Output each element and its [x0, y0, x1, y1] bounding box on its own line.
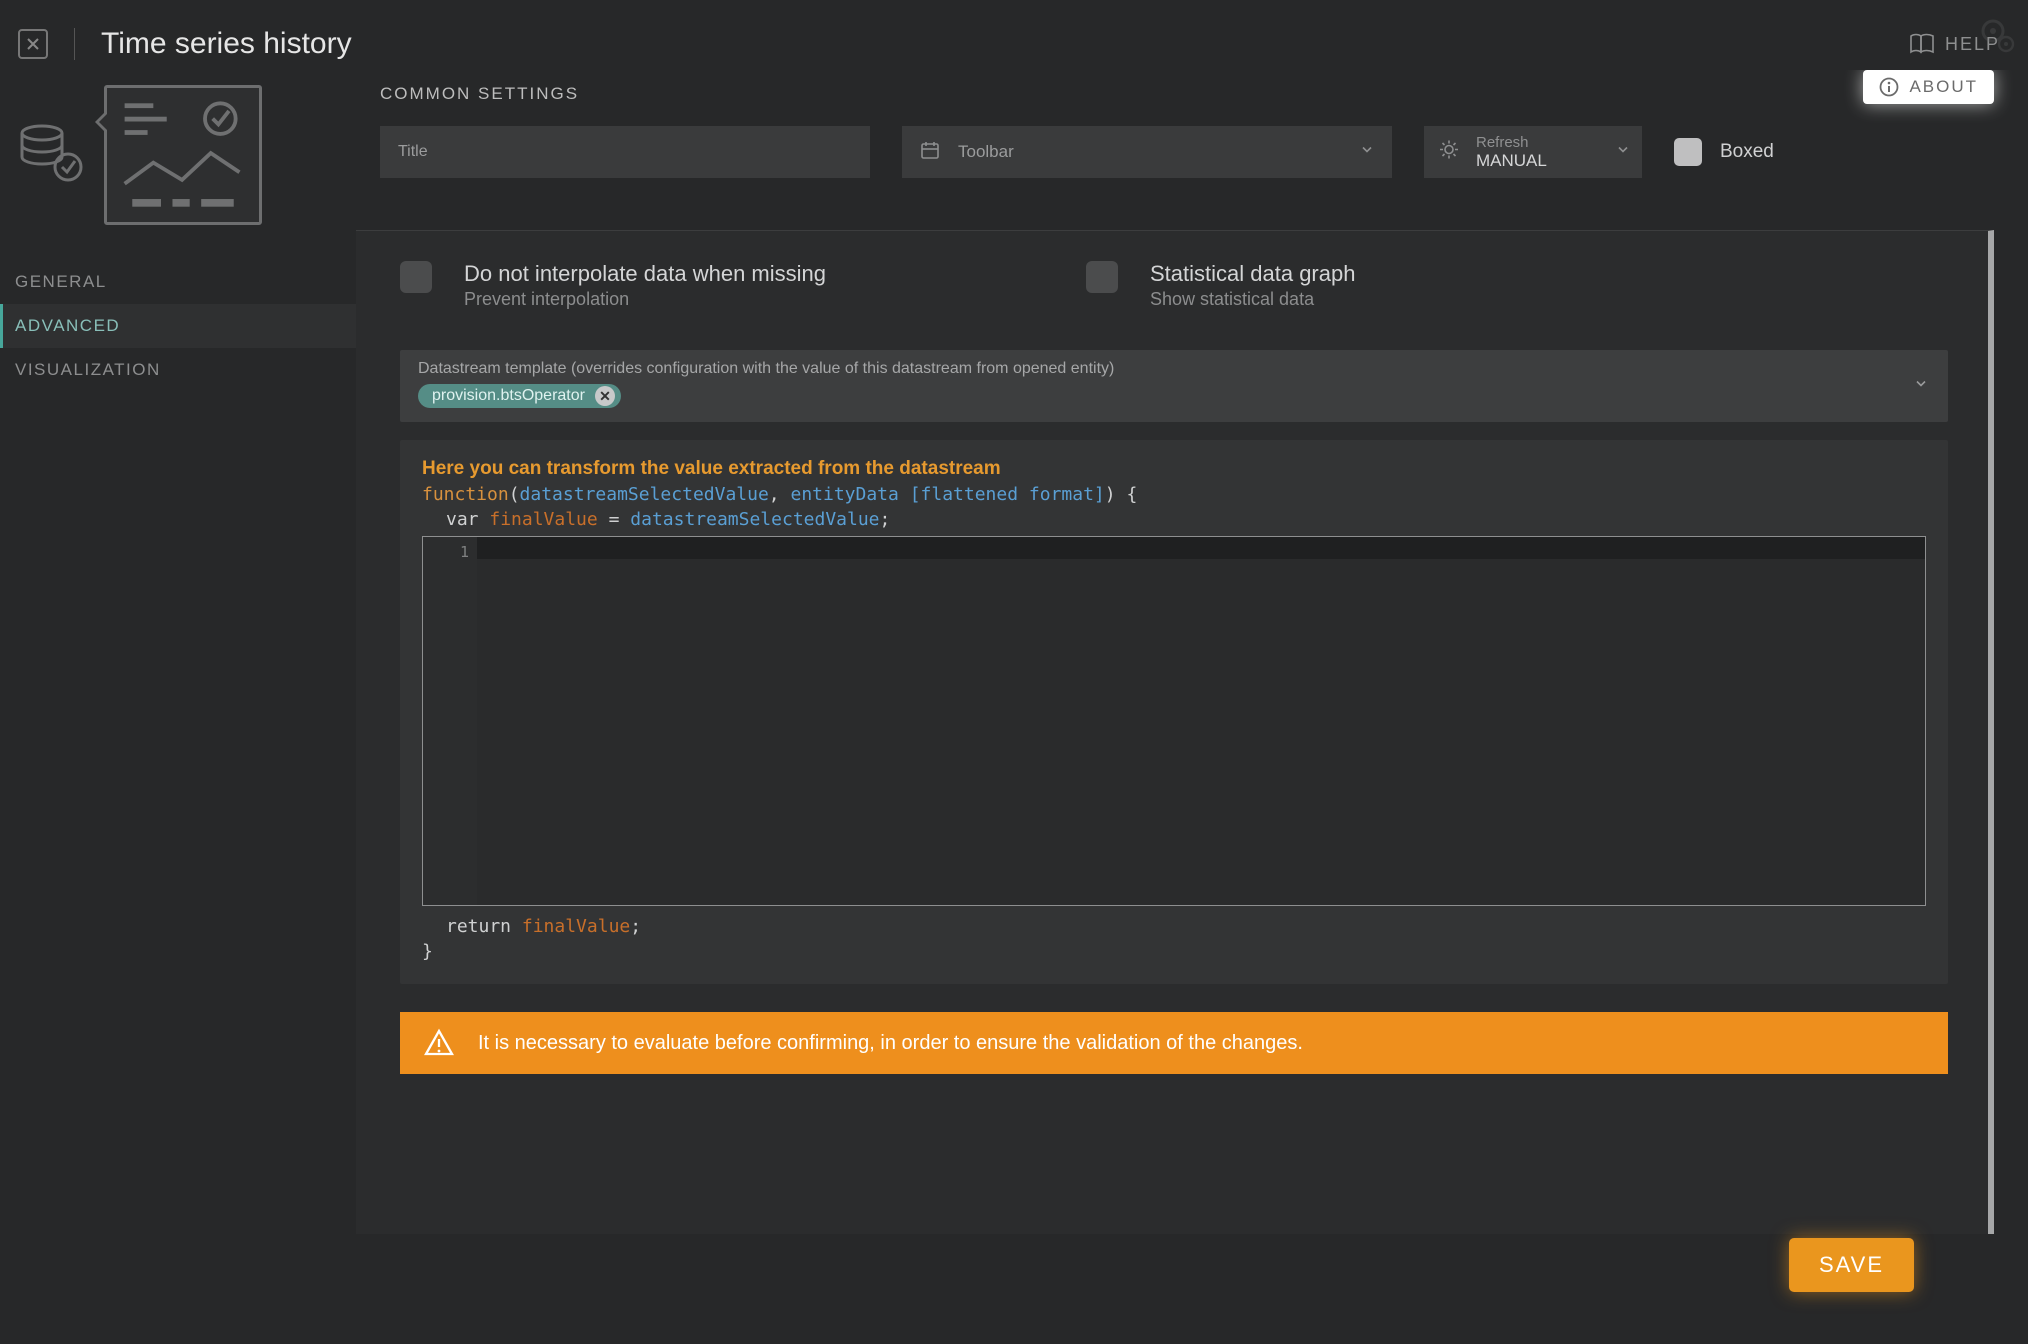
calendar-icon [920, 140, 940, 165]
chevron-down-icon [1616, 143, 1630, 162]
boxed-checkbox[interactable] [1674, 138, 1702, 166]
code-editor[interactable]: 1 [422, 536, 1926, 906]
chevron-down-icon [1914, 377, 1928, 396]
about-button[interactable]: ABOUT [1863, 70, 1994, 104]
refresh-label: Refresh [1476, 134, 1529, 151]
statistical-title: Statistical data graph [1150, 261, 1355, 287]
refresh-value: MANUAL [1476, 151, 1547, 171]
about-label: ABOUT [1909, 77, 1978, 97]
chevron-down-icon [1360, 143, 1374, 162]
code-final2: finalValue [522, 916, 630, 937]
close-button[interactable] [18, 29, 48, 59]
statistical-checkbox[interactable] [1086, 261, 1118, 293]
save-button[interactable]: SAVE [1789, 1238, 1914, 1292]
code-rhs: datastreamSelectedValue [630, 509, 879, 530]
interpolate-title: Do not interpolate data when missing [464, 261, 826, 287]
line-number: 1 [423, 543, 469, 561]
database-icon [18, 119, 86, 192]
template-chip-label: provision.btsOperator [432, 387, 585, 405]
code-fn: function [422, 484, 509, 505]
cog-icon [1438, 139, 1460, 166]
code-var: var [446, 509, 479, 530]
datastream-template-select[interactable]: Datastream template (overrides configura… [400, 350, 1948, 422]
title-input[interactable]: Title [380, 126, 870, 178]
interpolate-checkbox[interactable] [400, 261, 432, 293]
title-placeholder: Title [398, 143, 428, 161]
sidebar: GENERAL ADVANCED VISUALIZATION [0, 70, 356, 1344]
statistical-sub: Show statistical data [1150, 289, 1355, 310]
tab-visualization[interactable]: VISUALIZATION [0, 348, 356, 392]
refresh-select[interactable]: Refresh MANUAL [1424, 126, 1642, 178]
toolbar-label: Toolbar [958, 142, 1014, 162]
code-transform-block: Here you can transform the value extract… [400, 440, 1948, 984]
book-icon [1909, 33, 1935, 55]
advanced-content: Do not interpolate data when missing Pre… [356, 230, 1994, 1234]
main-panel: COMMON SETTINGS ABOUT Title Toolbar [356, 70, 2028, 1344]
template-chip: provision.btsOperator ✕ [418, 384, 621, 408]
divider [74, 28, 75, 60]
code-return: return [446, 916, 511, 937]
warning-text: It is necessary to evaluate before confi… [478, 1032, 1303, 1055]
interpolate-sub: Prevent interpolation [464, 289, 826, 310]
page-title: Time series history [101, 27, 352, 61]
settings-gear-icon[interactable] [1976, 14, 2018, 61]
warning-icon [424, 1028, 454, 1058]
boxed-label: Boxed [1720, 141, 1774, 163]
info-icon [1879, 77, 1899, 97]
widget-preview-icon [104, 85, 262, 225]
code-hint: Here you can transform the value extract… [422, 458, 1926, 480]
common-settings-heading: COMMON SETTINGS [380, 76, 2028, 116]
code-final: finalValue [489, 509, 597, 530]
chip-remove-icon[interactable]: ✕ [595, 386, 615, 406]
top-bar: Time series history HELP [0, 0, 2028, 70]
code-arg1: datastreamSelectedValue [520, 484, 769, 505]
template-desc: Datastream template (overrides configura… [418, 360, 1930, 378]
tab-advanced[interactable]: ADVANCED [0, 304, 356, 348]
warning-bar: It is necessary to evaluate before confi… [400, 1012, 1948, 1074]
code-arg2: entityData [flattened format] [790, 484, 1104, 505]
tab-general[interactable]: GENERAL [0, 260, 356, 304]
toolbar-select[interactable]: Toolbar [902, 126, 1392, 178]
close-icon [26, 37, 40, 51]
